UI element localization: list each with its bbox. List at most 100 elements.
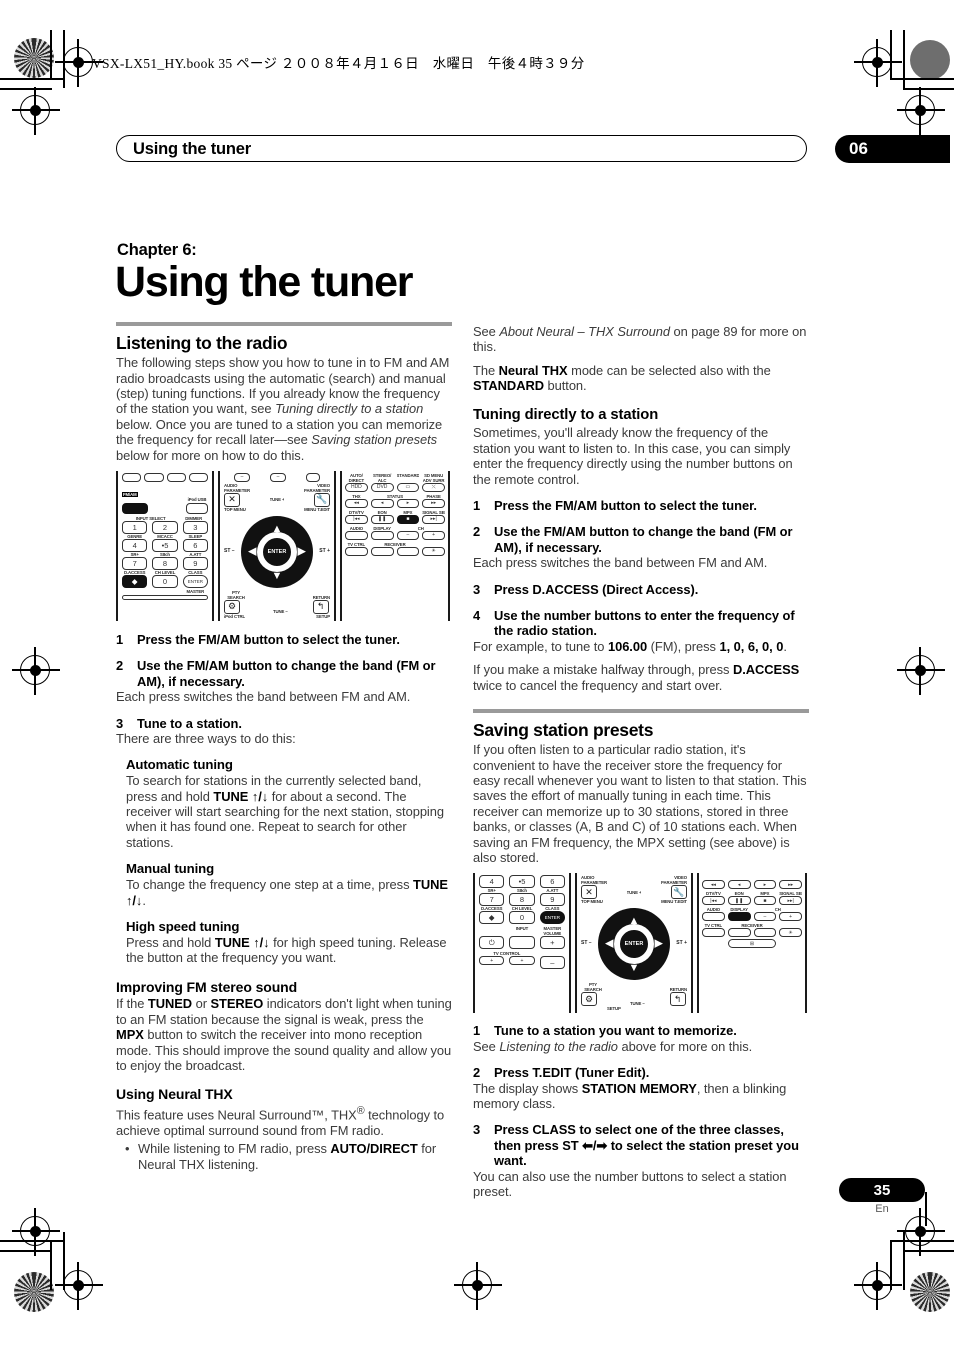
crop-line-br-h2 <box>903 1250 954 1252</box>
remote-blank-key <box>188 472 208 482</box>
remote-pty-search-label: PTY SEARCH <box>584 982 602 993</box>
crop-line-tr-h2 <box>903 88 954 90</box>
remote-skip-fwd-button: ▸▸| <box>422 514 445 524</box>
remote-blank-key: – <box>270 472 286 482</box>
left-step-3-number: 3 <box>116 715 124 731</box>
fm-stereo-b: or <box>192 996 211 1012</box>
remote-ch-minus-button: – <box>396 530 420 540</box>
remote-ch-minus-button: – <box>753 912 777 922</box>
crop-line-tl-h2 <box>0 88 52 90</box>
remote-audio-parameter-label: AUDIO PARAMETER <box>581 875 607 886</box>
remote-key-enter: ENTER <box>182 574 208 588</box>
example-a: For example, to tune to <box>473 638 608 654</box>
remote-input-button <box>509 936 535 950</box>
section-heading-listening: Listening to the radio <box>116 333 288 353</box>
remote-key-1: 1 <box>122 520 148 534</box>
remote-prev-button: ◂ <box>727 880 751 890</box>
remote-power-button: ⏻ <box>479 936 505 950</box>
remote-tv-ctrl-button <box>345 546 368 556</box>
remote-auto-direct-label: AUTO/ DIRECT <box>348 472 365 483</box>
remote-adv-surr-button: ⤬ <box>422 482 445 492</box>
remote-st-plus-label: ST + <box>676 940 687 947</box>
remote-tune-plus-label: TUNE + <box>626 889 642 895</box>
remote-key-2: 2 <box>152 520 178 534</box>
remote-audio-button <box>702 912 725 922</box>
crop-line-tr-v1 <box>890 30 892 80</box>
neural-thx-a: This feature uses Neural Surround™, THX <box>116 1107 357 1123</box>
preset-step-1-body: See Listening to the radio above for mor… <box>473 1039 809 1054</box>
section-rule <box>473 709 809 714</box>
preset-step-2-text: Press T.EDIT (Tuner Edit). <box>494 1065 650 1081</box>
preset-step-2: 2 Press T.EDIT (Tuner Edit). <box>473 1065 809 1080</box>
remote-pty-search-label: PTY SEARCH <box>227 589 245 600</box>
remote-master-volume-label: MASTER VOLUME <box>543 926 562 937</box>
registration-mark-top-left <box>55 39 103 87</box>
density-patch-bottom-right <box>910 1272 950 1312</box>
left-step-1-number: 1 <box>116 631 124 647</box>
preset-step-1-number: 1 <box>473 1023 481 1039</box>
manual-tuning-body-a: To change the frequency one step at a ti… <box>126 877 413 893</box>
remote-receiver-button: ☀ <box>779 928 802 938</box>
dial-right-arrow-icon: ▶ <box>297 545 306 558</box>
remote-rew-button: ◂◂ <box>702 880 725 890</box>
preset-step-2-body-a: The display shows <box>473 1080 582 1096</box>
mistake-b: twice to cancel the frequency and start … <box>473 677 723 693</box>
registration-mark-right-upper <box>897 87 945 135</box>
fm-stereo-d: button to switch the receiver into mono … <box>116 1027 452 1074</box>
right-step-3-number: 3 <box>473 581 481 597</box>
remote-volume-up-button: + <box>539 936 565 950</box>
preset-step-1-body-a: See <box>473 1038 500 1054</box>
remote-key-3: 3 <box>182 520 208 534</box>
remote-tune-plus-label: TUNE + <box>269 497 285 503</box>
dial-enter-button: ENTER <box>619 929 649 960</box>
remote-control-diagram-top: FM/AM iPod USB INPUT SELECT DIMMER 1 2 3… <box>116 470 452 621</box>
dial-left-arrow-icon: ◀ <box>248 545 257 558</box>
chapter-number-badge: 06 <box>835 135 950 163</box>
remote-input-label: INPUT <box>515 926 529 932</box>
remote-standard-button: ▭ <box>396 482 420 492</box>
left-step-1: 1 Press the FM/AM button to select the t… <box>116 632 452 647</box>
preset-step-3-text: Press CLASS to select one of the three c… <box>494 1122 799 1169</box>
remote-blank-key <box>727 928 751 938</box>
remote-blank-key <box>306 472 320 482</box>
neural-thx-bullet-bold: AUTO/DIRECT <box>330 1141 418 1157</box>
right-step-3-text: Press D.ACCESS (Direct Access). <box>494 581 699 597</box>
preset-step-2-station-memory: STATION MEMORY <box>581 1080 697 1096</box>
crop-line-footer-tick <box>925 1192 927 1226</box>
subheading-manual-tuning: Manual tuning <box>126 861 215 877</box>
print-slug: VSX-LX51_HY.book 35 ページ ２００８年４月１６日 水曜日 午… <box>92 56 585 71</box>
neural-mode-note: The Neural THX mode can be selected also… <box>473 363 809 394</box>
remote-master-label: MASTER <box>186 588 205 594</box>
frequency-example: For example, to tune to 106.00 (FM), pre… <box>473 639 809 654</box>
remote-bottom-panel-numeric: 4 •5 6 SR+ S8ch A.ATT 7 8 9 D.ACCESS CH … <box>473 873 571 1014</box>
preset-step-3: 3 Press CLASS to select one of the three… <box>473 1122 809 1168</box>
dial-left-arrow-icon: ◀ <box>605 937 614 950</box>
right-step-1-text: Press the FM/AM button to select the tun… <box>494 498 757 513</box>
remote-return-icon: ↰ <box>669 992 686 1007</box>
preset-step-2-body: The display shows STATION MEMORY, then a… <box>473 1081 809 1112</box>
remote-tune-minus-label: TUNE – <box>273 608 288 614</box>
left-step-2: 2 Use the FM/AM button to change the ban… <box>116 658 452 689</box>
remote-standard-label: STANDARD <box>396 472 420 478</box>
remote-dvd-button: DVD <box>370 482 394 492</box>
remote-return-icon: ↰ <box>312 599 329 614</box>
remote-key-6: 6 <box>182 538 208 552</box>
dial-outer-ring: ▲ ▼ ◀ ▶ ENTER <box>241 515 313 588</box>
dial-enter-button: ENTER <box>262 536 292 567</box>
page-number-text: 35 <box>873 1181 891 1199</box>
right-step-2-number: 2 <box>473 524 481 540</box>
neural-thx-bullet-a: While listening to FM radio, press <box>138 1141 331 1157</box>
neural-thx-bullet-item: While listening to FM radio, press AUTO/… <box>125 1141 452 1172</box>
remote-navigation-dial: ▲ ▼ ◀ ▶ ENTER ST – ST + <box>581 904 687 982</box>
right-step-4-number: 4 <box>473 608 481 624</box>
mode-a: The <box>473 362 499 378</box>
page-number-badge: 35 <box>839 1178 925 1202</box>
remote-receiver-button: ☀ <box>422 546 445 556</box>
remote-bottom-panel-modes: ◂◂ ◂ ▸ ▸▸ DTV/TV EON MPX SIGNAL SEL |◂◂ … <box>697 873 807 1014</box>
crop-line-br-v1 <box>890 1240 892 1290</box>
preset-step-2-number: 2 <box>473 1065 481 1081</box>
neural-thx-bullet-list: While listening to FM radio, press AUTO/… <box>116 1141 452 1172</box>
see-a: See <box>473 324 500 339</box>
preset-step-3-number: 3 <box>473 1122 481 1138</box>
remote-return-label: RETURN <box>312 594 330 600</box>
